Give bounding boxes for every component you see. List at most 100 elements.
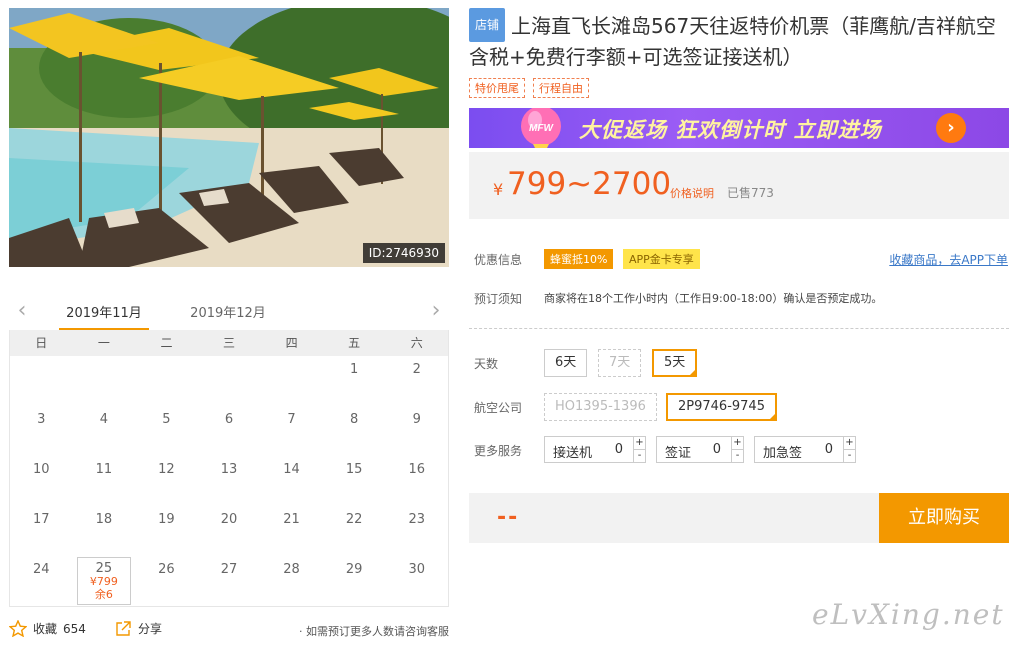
banner-text: 大促返场 狂欢倒计时 立即进场 (579, 118, 882, 142)
days-option-6[interactable]: 6天 (544, 349, 588, 377)
days-option-7[interactable]: 7天 (598, 349, 642, 377)
share-label: 分享 (138, 622, 163, 636)
group-booking-note: · 如需预订更多人数请咨询客服 (299, 625, 449, 638)
tag-label: 行程自由 (533, 78, 589, 98)
chevron-right-icon[interactable]: › (427, 300, 445, 322)
calendar-day: 13 (220, 462, 238, 477)
calendar-day: 24 (33, 562, 50, 577)
favorite-count: 654 (63, 621, 86, 636)
promo-badge-honey: 蜂蜜抵10% (544, 249, 614, 269)
calendar-day: 3 (37, 412, 46, 427)
calendar-day: 6 (224, 412, 234, 427)
calendar-month-nav: ‹ 2019年11月 2019年12月 › (9, 296, 449, 331)
calendar-day: 26 (158, 562, 175, 577)
watermark: eLvXing.net (812, 598, 1005, 631)
calendar-day: 23 (408, 512, 425, 527)
price-box: ¥ 799~2700 价格说明 已售773 (469, 152, 1009, 219)
balloon-icon: MFW (521, 108, 561, 148)
product-photo: ID:2746930 (9, 8, 449, 267)
calendar-day: 12 (158, 462, 175, 477)
product-tags: 特价甩尾 行程自由 (469, 78, 589, 98)
calendar-day: 18 (95, 512, 113, 527)
buy-now-button[interactable]: 立即购买 (879, 493, 1009, 543)
calendar-day: 29 (345, 562, 363, 577)
calendar-day-number: 25 (95, 561, 113, 576)
minus-icon[interactable]: - (732, 449, 743, 461)
action-bar: 收藏 654 分享 · 如需预订更多人数请咨询客服 (9, 620, 449, 642)
notice-label: 预订须知 (474, 292, 523, 306)
calendar-day: 10 (33, 462, 50, 477)
stepper-buttons: + - (633, 437, 645, 462)
calendar-day: 28 (283, 562, 300, 577)
airline-label: 航空公司 (474, 401, 523, 415)
days-option-5[interactable]: 5天 (652, 349, 698, 377)
minus-icon[interactable]: - (844, 449, 855, 461)
calendar-day: 15 (345, 462, 363, 477)
calendar-day: 20 (220, 512, 238, 527)
favorite-app-link[interactable]: 收藏商品，去APP下单 (889, 251, 1008, 268)
tab-month-dec[interactable]: 2019年12月 (183, 302, 273, 321)
weekday-label: 三 (223, 336, 236, 350)
service-stepper-visa[interactable]: 签证 0 + - (656, 436, 744, 463)
image-id-tag: ID:2746930 (362, 243, 445, 263)
purchase-bar: -- 立即购买 (469, 493, 1009, 543)
favorite-label: 收藏 (33, 622, 58, 636)
calendar-day-available[interactable]: 25 ¥799 余6 (76, 557, 132, 605)
weekday-label: 六 (410, 336, 423, 350)
price-range: 799~2700 (507, 166, 672, 202)
weekday-label: 四 (285, 336, 298, 350)
calendar-day: 2 (412, 362, 421, 377)
service-quantity: 0 (712, 442, 721, 457)
calendar-day: 7 (287, 412, 296, 427)
beach-umbrellas-image (9, 8, 449, 267)
share-button[interactable]: 分享 (115, 620, 162, 637)
stepper-buttons: + - (843, 437, 855, 462)
airline-option-ho[interactable]: HO1395-1396 (544, 393, 657, 421)
service-stepper-urgent-visa[interactable]: 加急签 0 + - (754, 436, 856, 463)
weekday-label: 日 (35, 336, 48, 350)
chevron-right-icon: › (936, 113, 966, 143)
favorite-button[interactable]: 收藏 654 (9, 620, 86, 637)
calendar-day-price: ¥799 (89, 575, 118, 588)
divider (469, 328, 1009, 329)
star-icon (9, 620, 27, 637)
service-stepper-transfer[interactable]: 接送机 0 + - (544, 436, 646, 463)
price-explanation-link[interactable]: 价格说明 (670, 185, 714, 201)
promo-banner[interactable]: MFW 大促返场 狂欢倒计时 立即进场 › (469, 108, 1009, 148)
days-label: 天数 (474, 357, 499, 371)
calendar: 日 一 二 三 四 五 六 1 2 3 4 5 6 7 8 9 10 11 12… (9, 330, 449, 607)
service-quantity: 0 (824, 442, 833, 457)
weekday-label: 二 (160, 336, 173, 350)
services-label: 更多服务 (474, 444, 523, 458)
plus-icon[interactable]: + (844, 437, 855, 449)
service-name: 加急签 (763, 446, 803, 461)
plus-icon[interactable]: + (634, 437, 645, 449)
product-title: 店铺 上海直飞长滩岛567天往返特价机票（菲鹰航/吉祥航空含税+免费行李额+可选签… (469, 8, 1011, 72)
calendar-day (10, 356, 73, 406)
airline-option-2p[interactable]: 2P9746-9745 (666, 393, 777, 421)
tag-label: 特价甩尾 (469, 78, 525, 98)
chevron-left-icon[interactable]: ‹ (13, 300, 31, 322)
calendar-day: 21 (283, 512, 300, 527)
calendar-day: 14 (283, 462, 300, 477)
promo-label: 优惠信息 (474, 253, 523, 267)
service-quantity: 0 (614, 442, 623, 457)
calendar-day: 1 (349, 362, 359, 377)
total-price: -- (497, 505, 520, 530)
calendar-day: 11 (95, 462, 113, 477)
sold-count: 已售773 (727, 186, 774, 200)
service-name: 接送机 (553, 446, 593, 461)
calendar-day: 22 (345, 512, 363, 527)
calendar-day (260, 356, 323, 406)
service-name: 签证 (665, 446, 692, 461)
calendar-day: 4 (99, 412, 108, 427)
calendar-day: 19 (158, 512, 175, 527)
tab-month-nov[interactable]: 2019年11月 (59, 302, 149, 331)
calendar-day: 9 (412, 412, 421, 427)
plus-icon[interactable]: + (732, 437, 743, 449)
balloon-text: MFW (529, 123, 554, 134)
minus-icon[interactable]: - (634, 449, 645, 461)
stepper-buttons: + - (731, 437, 743, 462)
calendar-day-remaining: 余6 (94, 588, 113, 601)
calendar-day: 8 (349, 412, 359, 427)
